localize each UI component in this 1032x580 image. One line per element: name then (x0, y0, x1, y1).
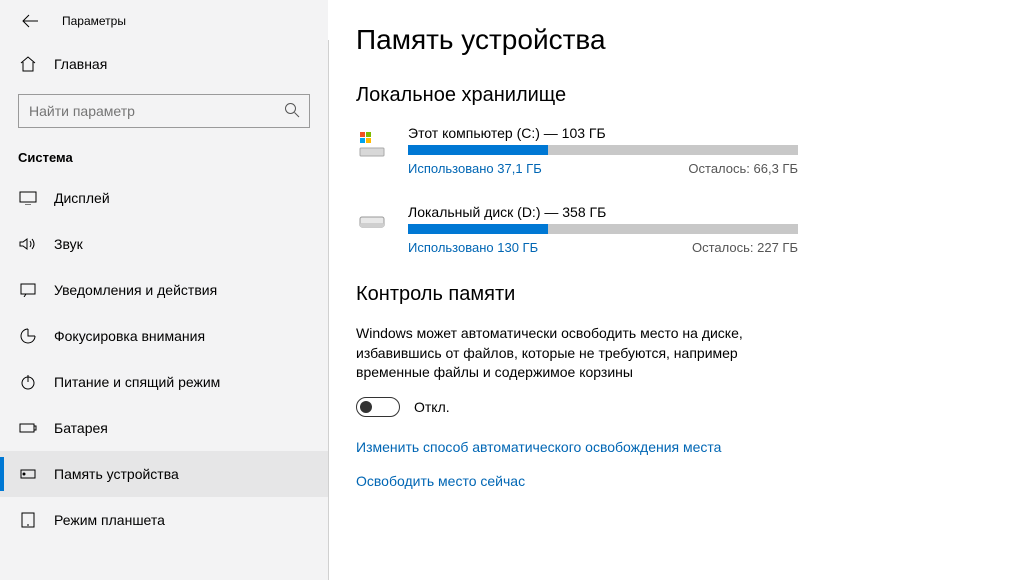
hdd-icon (356, 206, 390, 240)
nav-item-storage[interactable]: Память устройства (0, 451, 328, 497)
toggle-label: Откл. (414, 399, 450, 415)
nav-item-focus[interactable]: Фокусировка внимания (0, 313, 328, 359)
drive-used: Использовано 130 ГБ (408, 240, 538, 255)
battery-icon (18, 422, 38, 434)
search-input[interactable] (18, 94, 310, 128)
tablet-icon (18, 512, 38, 528)
storage-icon (18, 468, 38, 480)
nav-item-notifications[interactable]: Уведомления и действия (0, 267, 328, 313)
nav-item-display[interactable]: Дисплей (0, 175, 328, 221)
drive-body: Локальный диск (D:) — 358 ГБ Использован… (408, 204, 798, 255)
sense-description: Windows может автоматически освободить м… (356, 324, 766, 383)
group-label: Система (18, 150, 328, 165)
drive-meta: Использовано 130 ГБ Осталось: 227 ГБ (408, 240, 798, 255)
home-icon (18, 56, 38, 72)
drive-c[interactable]: Этот компьютер (C:) — 103 ГБ Использован… (356, 125, 1032, 176)
nav-label: Батарея (54, 420, 108, 436)
page-title: Память устройства (356, 24, 1032, 56)
link-change-auto[interactable]: Изменить способ автоматического освобожд… (356, 439, 1032, 455)
storage-sense-toggle[interactable] (356, 397, 400, 417)
search-wrap (18, 94, 310, 128)
link-free-now[interactable]: Освободить место сейчас (356, 473, 1032, 489)
display-icon (18, 191, 38, 205)
nav-item-power[interactable]: Питание и спящий режим (0, 359, 328, 405)
drive-title: Локальный диск (D:) — 358 ГБ (408, 204, 798, 220)
usage-bar (408, 224, 798, 234)
drive-d[interactable]: Локальный диск (D:) — 358 ГБ Использован… (356, 204, 1032, 255)
nav-label: Питание и спящий режим (54, 374, 220, 390)
usage-fill (408, 145, 548, 155)
usage-fill (408, 224, 548, 234)
sense-heading: Контроль памяти (356, 283, 1032, 306)
back-button[interactable] (20, 11, 40, 31)
nav-list: Дисплей Звук Уведомления и действия Фоку… (0, 175, 328, 543)
arrow-left-icon (22, 14, 38, 28)
nav-item-tablet[interactable]: Режим планшета (0, 497, 328, 543)
drive-title: Этот компьютер (C:) — 103 ГБ (408, 125, 798, 141)
storage-heading: Локальное хранилище (356, 84, 1032, 107)
home-label: Главная (54, 56, 107, 72)
nav-label: Фокусировка внимания (54, 328, 205, 344)
window-title: Параметры (62, 14, 126, 28)
divider (328, 40, 329, 580)
toggle-row: Откл. (356, 397, 1032, 417)
drive-body: Этот компьютер (C:) — 103 ГБ Использован… (408, 125, 798, 176)
power-icon (18, 374, 38, 390)
drive-meta: Использовано 37,1 ГБ Осталось: 66,3 ГБ (408, 161, 798, 176)
nav-item-sound[interactable]: Звук (0, 221, 328, 267)
nav-item-battery[interactable]: Батарея (0, 405, 328, 451)
drive-remain: Осталось: 66,3 ГБ (688, 161, 798, 176)
drive-remain: Осталось: 227 ГБ (692, 240, 798, 255)
nav-label: Режим планшета (54, 512, 165, 528)
nav-label: Уведомления и действия (54, 282, 217, 298)
nav-label: Память устройства (54, 466, 179, 482)
search-icon (284, 102, 300, 118)
windows-drive-icon (356, 127, 390, 161)
home-nav[interactable]: Главная (0, 42, 328, 86)
nav-label: Звук (54, 236, 83, 252)
usage-bar (408, 145, 798, 155)
sidebar: Параметры Главная Система Дисплей Звук У… (0, 0, 328, 580)
toggle-knob (360, 401, 372, 413)
focus-icon (18, 328, 38, 344)
notifications-icon (18, 283, 38, 297)
main-content: Память устройства Локальное хранилище Эт… (328, 0, 1032, 580)
titlebar: Параметры (0, 0, 328, 42)
drive-used: Использовано 37,1 ГБ (408, 161, 542, 176)
nav-label: Дисплей (54, 190, 110, 206)
sound-icon (18, 237, 38, 251)
